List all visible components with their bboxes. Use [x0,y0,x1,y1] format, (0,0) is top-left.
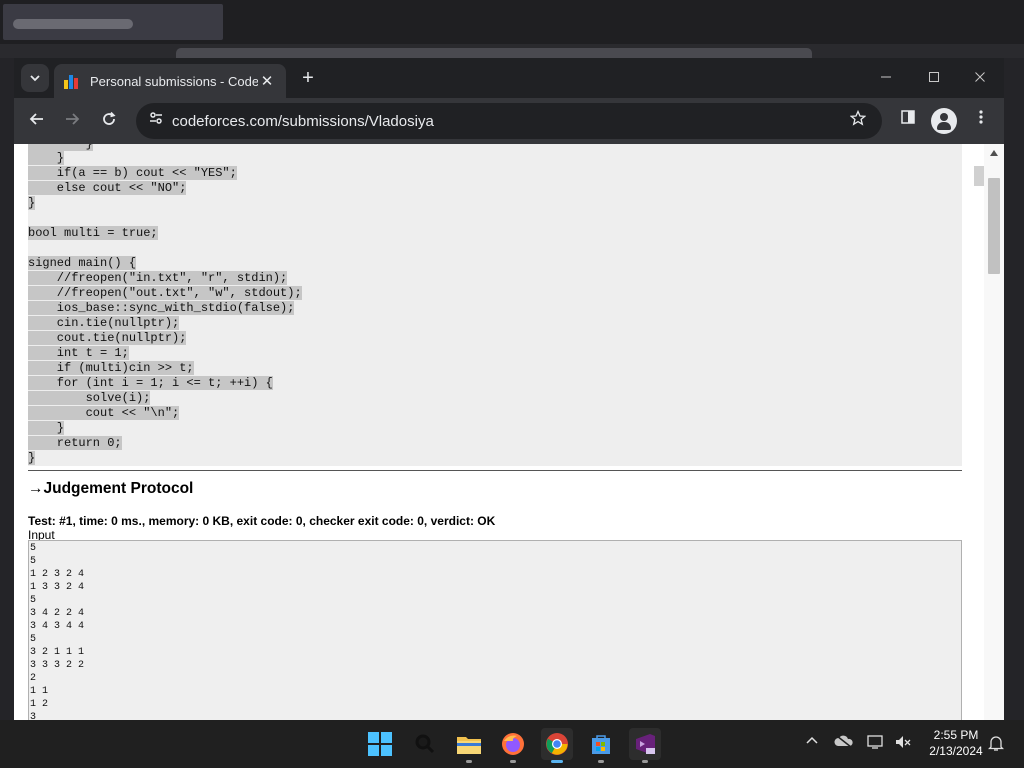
windows-taskbar: 2:55 PM 2/13/2024 [0,720,1024,768]
input-line: 5 [30,556,37,567]
input-line: 1 2 3 2 4 [30,569,85,580]
test-input-box[interactable]: 5 5 1 2 3 2 4 1 3 3 2 4 5 3 4 2 2 4 3 4 … [28,540,962,720]
clock-date: 2/13/2024 [929,744,983,758]
input-line: 3 2 1 1 1 [30,647,85,658]
side-panel-icon[interactable] [894,107,922,135]
code-line: if (multi)cin >> t; [28,361,194,375]
code-line: cin.tie(nullptr); [28,316,180,330]
page-viewport: } } if(a == b) cout << "YES"; else cout … [14,144,1004,720]
running-indicator [510,760,516,763]
system-clock[interactable]: 2:55 PM 2/13/2024 [920,727,992,759]
volume-muted-icon[interactable] [894,734,912,753]
test-result-summary: Test: #1, time: 0 ms., memory: 0 KB, exi… [28,514,496,528]
background-window-address [176,48,812,58]
search-icon[interactable] [409,728,441,760]
scroll-up-arrow-icon[interactable] [984,144,1004,162]
background-window-edge-left [0,58,14,720]
input-line: 3 3 3 2 2 [30,660,85,671]
code-line: if(a == b) cout << "YES"; [28,166,237,180]
background-window-tab[interactable] [3,4,223,40]
scroll-thumb[interactable] [988,178,1000,274]
firefox-icon[interactable] [497,728,529,763]
onedrive-icon[interactable] [834,734,854,751]
new-tab-button[interactable]: + [296,66,320,90]
code-line: bool multi = true; [28,226,158,240]
code-line: //freopen("in.txt", "r", stdin); [28,271,288,285]
profile-avatar-icon[interactable] [931,108,957,134]
input-line: 5 [30,634,37,645]
code-line: for (int i = 1; i <= t; ++i) { [28,376,273,390]
start-icon[interactable] [364,728,396,760]
section-divider [28,470,962,471]
source-code-block: } } if(a == b) cout << "YES"; else cout … [28,144,962,466]
page-scrollbar[interactable] [974,144,1004,720]
bookmark-star-icon[interactable] [846,109,870,133]
chevron-down-icon [30,75,40,82]
tab-close-icon[interactable]: ✕ [258,72,276,90]
minimize-icon[interactable] [874,66,898,90]
browser-toolbar: codeforces.com/submissions/Vladosiya [14,98,1004,144]
input-line: 2 [30,673,37,684]
code-line: cout << "\n"; [28,406,180,420]
address-bar[interactable]: codeforces.com/submissions/Vladosiya [136,103,882,139]
input-line: 1 2 [30,699,49,710]
back-button[interactable] [23,107,51,135]
input-line: 1 3 3 2 4 [30,582,85,593]
chrome-window: Personal submissions - Codeforces ✕ + co… [14,58,1004,720]
input-line: 3 4 2 2 4 [30,608,85,619]
input-line: 1 1 [30,686,49,697]
network-icon[interactable] [867,734,885,753]
background-window-edge-right [1004,58,1024,720]
close-window-icon[interactable] [968,66,992,90]
judgement-protocol-heading[interactable]: →Judgement Protocol [28,480,193,498]
code-line: else cout << "NO"; [28,181,187,195]
tab-search-button[interactable] [21,64,49,92]
code-line: } [28,451,36,465]
code-line: } [28,151,65,165]
input-line: 5 [30,543,37,554]
running-indicator [598,760,604,763]
clock-time: 2:55 PM [933,728,979,742]
reload-icon [103,111,116,125]
site-info-icon[interactable] [144,109,168,133]
forward-button[interactable] [58,107,86,135]
tab-title: Personal submissions - Codeforces [90,73,258,89]
input-line: 3 4 3 4 4 [30,621,85,632]
code-line: //freopen("out.txt", "w", stdout); [28,286,302,300]
store-icon[interactable] [585,728,617,763]
code-line: cout.tie(nullptr); [28,331,187,345]
codeforces-favicon-icon [64,73,80,89]
code-line: } [28,421,65,435]
kebab-menu-icon[interactable] [967,107,995,135]
running-indicator [466,760,472,763]
code-line: } [28,196,36,210]
scroll-marker [974,166,984,186]
active-indicator [551,760,563,763]
input-line: 5 [30,595,37,606]
code-line: int t = 1; [28,346,129,360]
arrow-left-icon [29,113,43,125]
input-line: 3 [30,712,37,720]
code-line: return 0; [28,436,122,450]
chrome-icon[interactable] [541,728,573,763]
tab-strip: Personal submissions - Codeforces ✕ + [14,58,1004,98]
notification-bell-icon[interactable] [987,734,1005,755]
hidden-icons-chevron-icon[interactable] [805,734,819,751]
code-line: signed main() { [28,256,137,270]
background-tab-text [13,19,133,29]
file-explorer-icon[interactable] [453,728,485,763]
running-indicator [642,760,648,763]
code-line: ios_base::sync_with_stdio(false); [28,301,295,315]
arrow-right-icon [66,113,80,125]
tab-codeforces[interactable]: Personal submissions - Codeforces ✕ [54,64,286,98]
maximize-icon[interactable] [922,66,946,90]
visual-studio-icon[interactable] [629,728,661,763]
code-line: solve(i); [28,391,151,405]
reload-button[interactable] [95,107,123,135]
url-text[interactable]: codeforces.com/submissions/Vladosiya [172,113,434,130]
